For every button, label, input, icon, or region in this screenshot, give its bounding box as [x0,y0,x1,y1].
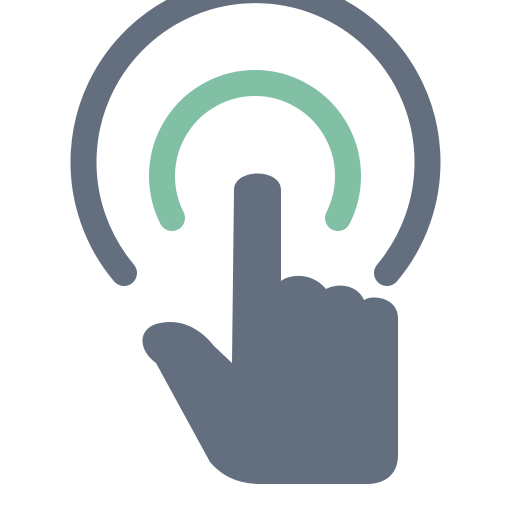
tap-gesture-icon [70,0,441,484]
icon-canvas [0,0,512,512]
